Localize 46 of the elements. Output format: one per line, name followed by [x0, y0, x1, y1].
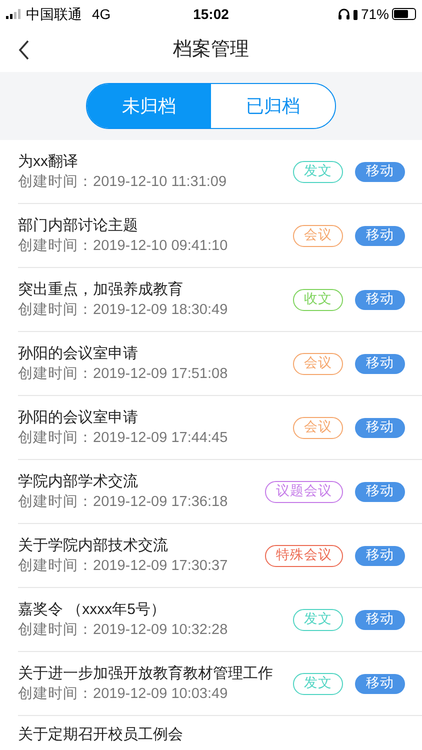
category-tag: 议题会议 [265, 480, 343, 502]
document-title: 为xx翻译 [18, 152, 79, 172]
battery-icon [392, 8, 416, 20]
move-button[interactable]: 移动 [355, 610, 405, 630]
battery-percent: 71% [360, 4, 389, 24]
created-time: 创建时间：2019-12-10 11:31:09 [18, 172, 228, 192]
move-button[interactable]: 移动 [355, 162, 405, 182]
created-time: 创建时间：2019-12-09 10:03:49 [18, 684, 229, 704]
category-tag: 发文 [293, 160, 343, 182]
document-title: 学院内部学术交流 [18, 472, 139, 492]
move-button[interactable]: 移动 [355, 226, 405, 246]
move-button[interactable]: 移动 [355, 546, 405, 566]
carrier-name: 中国联通 [26, 4, 82, 24]
document-title: 部门内部讨论主题 [18, 216, 139, 236]
document-title: 突出重点，加强养成教育 [18, 280, 184, 300]
move-button[interactable]: 移动 [355, 418, 405, 438]
signal-icon [6, 9, 22, 19]
move-button[interactable]: 移动 [355, 354, 405, 374]
document-title: 嘉奖令 （xxxx年5号） [18, 600, 167, 620]
headphones-icon [338, 8, 350, 20]
created-time: 创建时间：2019-12-10 09:41:10 [18, 236, 229, 256]
move-button[interactable]: 移动 [355, 482, 405, 502]
page-title: 档案管理 [173, 38, 249, 62]
document-title: 关于学院内部技术交流 [18, 536, 169, 556]
category-tag: 特殊会议 [265, 544, 343, 566]
clock-time: 15:02 [193, 4, 229, 24]
network-type: 4G [92, 4, 111, 24]
created-time: 创建时间：2019-12-09 17:51:08 [18, 364, 229, 384]
move-button[interactable]: 移动 [355, 674, 405, 694]
archive-tab[interactable]: 未归档 [87, 84, 211, 128]
category-tag: 会议 [293, 224, 343, 246]
move-button[interactable]: 移动 [355, 290, 405, 310]
document-title: 关于进一步加强开放教育教材管理工作 [18, 664, 274, 684]
category-tag: 收文 [293, 288, 343, 310]
created-time: 创建时间：2019-12-09 17:30:37 [18, 556, 229, 576]
document-title: 孙阳的会议室申请 [18, 408, 139, 428]
created-time: 创建时间：2019-12-09 17:44:45 [18, 428, 229, 448]
created-time: 创建时间：2019-12-09 10:32:28 [18, 620, 229, 640]
document-title: 孙阳的会议室申请 [18, 344, 139, 364]
created-time: 创建时间：2019-12-09 17:36:18 [18, 492, 229, 512]
category-tag: 发文 [293, 608, 343, 630]
category-tag: 会议 [293, 416, 343, 438]
category-tag: 会议 [293, 352, 343, 374]
document-title: 关于定期召开校员工例会 [18, 725, 184, 745]
category-tag: 发文 [293, 672, 343, 694]
created-time: 创建时间：2019-12-09 18:30:49 [18, 300, 229, 320]
